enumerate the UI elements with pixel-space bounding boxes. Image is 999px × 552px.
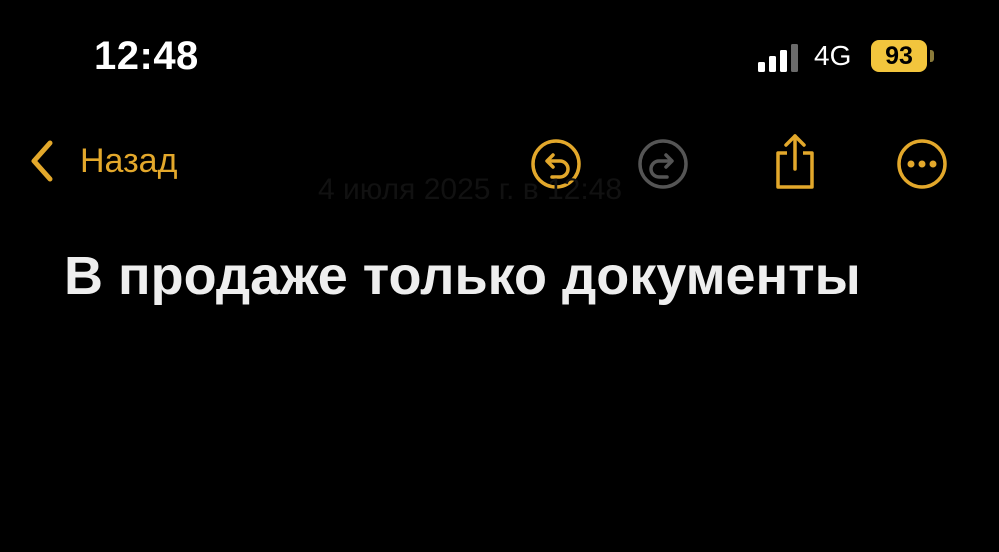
- note-date: 4 июля 2025 г. в 12:48: [318, 173, 623, 206]
- network-type: 4G: [814, 40, 852, 71]
- redo-icon[interactable]: [636, 137, 690, 191]
- chevron-left-icon: [31, 140, 53, 182]
- note-title[interactable]: В продаже только документы: [64, 234, 964, 318]
- back-label: Назад: [80, 141, 178, 180]
- share-icon[interactable]: [768, 131, 822, 191]
- battery-tip: [930, 50, 934, 62]
- status-bar: 12:48 4G 93: [0, 0, 999, 110]
- status-time: 12:48: [94, 34, 199, 78]
- back-button[interactable]: Назад: [28, 138, 177, 184]
- more-icon[interactable]: [895, 137, 949, 191]
- battery-indicator: 93: [871, 40, 927, 72]
- cellular-signal-icon: [758, 44, 798, 72]
